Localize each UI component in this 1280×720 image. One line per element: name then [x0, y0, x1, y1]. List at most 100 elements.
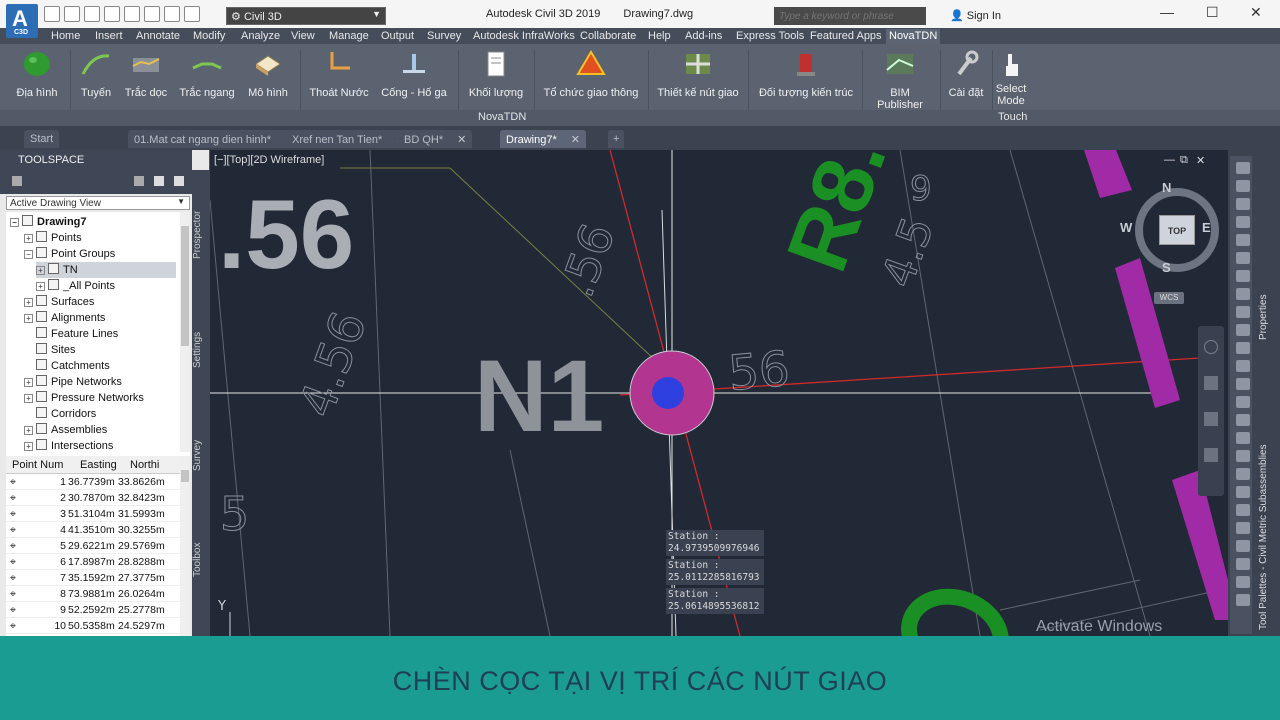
- table-row[interactable]: ⌖ 8 73.9881m 26.0264m: [6, 586, 180, 602]
- tool-icon[interactable]: [1236, 360, 1250, 372]
- help-icon[interactable]: [174, 176, 184, 186]
- tool-icon[interactable]: [1236, 450, 1250, 462]
- table-row[interactable]: ⌖ 10 50.5358m 24.5297m: [6, 618, 180, 634]
- expand-icon[interactable]: +: [24, 378, 33, 387]
- viewcube-top-face[interactable]: TOP: [1159, 215, 1195, 245]
- tool-icon[interactable]: [1236, 342, 1250, 354]
- compass-west[interactable]: W: [1120, 220, 1132, 235]
- close-icon[interactable]: ✕: [571, 134, 580, 146]
- expand-icon[interactable]: +: [24, 426, 33, 435]
- web-icon[interactable]: [124, 6, 140, 22]
- tool-icon[interactable]: [1236, 414, 1250, 426]
- collapse-icon[interactable]: −: [24, 250, 33, 259]
- traffic-button[interactable]: Tổ chức giao thông: [542, 48, 640, 99]
- tab-express-tools[interactable]: Express Tools: [733, 29, 807, 44]
- viewport-minimize-icon[interactable]: —: [1164, 154, 1175, 166]
- tree-item[interactable]: Feature Lines: [36, 326, 118, 342]
- tool-icon[interactable]: [1236, 234, 1250, 246]
- list-view-icon[interactable]: [154, 176, 164, 186]
- table-row[interactable]: ⌖ 9 52.2592m 25.2778m: [6, 602, 180, 618]
- tab-manage[interactable]: Manage: [326, 29, 372, 44]
- properties-palette-tab[interactable]: Properties: [1258, 250, 1269, 340]
- save-icon[interactable]: [84, 6, 100, 22]
- compass-north[interactable]: N: [1162, 180, 1171, 195]
- tab-analyze[interactable]: Analyze: [238, 29, 283, 44]
- tool-icon[interactable]: [1236, 504, 1250, 516]
- table-row[interactable]: ⌖ 7 35.1592m 27.3775m: [6, 570, 180, 586]
- table-row[interactable]: ⌖ 3 51.3104m 31.5993m: [6, 506, 180, 522]
- tree-item[interactable]: + Points: [24, 230, 82, 246]
- minimize-button[interactable]: —: [1160, 4, 1174, 20]
- bim-publisher-button[interactable]: BIM Publisher: [866, 48, 934, 111]
- tab-view[interactable]: View: [288, 29, 318, 44]
- tab-novatdn[interactable]: NovaTDN: [886, 29, 941, 44]
- tool-icon[interactable]: [1236, 576, 1250, 588]
- building-button[interactable]: Đối tượng kiến trúc: [756, 48, 856, 99]
- tool-icon[interactable]: [1236, 378, 1250, 390]
- maximize-button[interactable]: ☐: [1206, 4, 1219, 21]
- tree-item[interactable]: Corridors: [36, 406, 96, 422]
- new-tab-button[interactable]: +: [608, 130, 625, 148]
- tab-collaborate[interactable]: Collaborate: [577, 29, 639, 44]
- tool-icon[interactable]: [1236, 180, 1250, 192]
- open-icon[interactable]: [64, 6, 80, 22]
- tool-icon[interactable]: [1236, 396, 1250, 408]
- tool-icon[interactable]: [1236, 324, 1250, 336]
- tab-addins[interactable]: Add-ins: [682, 29, 725, 44]
- drainage-button[interactable]: Thoát Nước: [308, 48, 370, 99]
- tool-icon[interactable]: [1236, 270, 1250, 282]
- toolspace-options-icon[interactable]: [12, 176, 22, 186]
- tree-item[interactable]: + Assemblies: [24, 422, 107, 438]
- drawing-viewport[interactable]: 56 4.56 .56 4.5 5 9 Y .56 N1 R8.0 [−][To…: [210, 150, 1228, 636]
- zoom-icon[interactable]: [1204, 412, 1218, 426]
- tree-item[interactable]: + Intersections: [24, 438, 113, 454]
- column-header[interactable]: Point Num: [12, 459, 63, 471]
- tree-item[interactable]: − Drawing7: [10, 214, 87, 230]
- column-header[interactable]: Northi: [130, 459, 159, 471]
- intersection-button[interactable]: Thiết kế nút giao: [656, 48, 740, 99]
- doc-tab-xref[interactable]: Xref nen Tan Tien*✕: [286, 130, 412, 148]
- tab-infraworks[interactable]: Autodesk InfraWorks: [470, 29, 578, 44]
- new-icon[interactable]: [44, 6, 60, 22]
- table-row[interactable]: ⌖ 1 36.7739m 33.8626m: [6, 474, 180, 490]
- tool-icon[interactable]: [1236, 432, 1250, 444]
- tab-help[interactable]: Help: [645, 29, 674, 44]
- table-row[interactable]: ⌖ 6 17.8987m 28.8288m: [6, 554, 180, 570]
- viewport-close-icon[interactable]: ✕: [1196, 154, 1205, 167]
- alignment-button[interactable]: Tuyến: [76, 48, 116, 99]
- steering-wheel-icon[interactable]: [1204, 340, 1218, 354]
- tab-featured-apps[interactable]: Featured Apps: [807, 29, 885, 44]
- expand-icon[interactable]: +: [36, 266, 45, 275]
- expand-icon[interactable]: +: [24, 394, 33, 403]
- profile-button[interactable]: Trắc dọc: [122, 48, 170, 99]
- tool-icon[interactable]: [1236, 288, 1250, 300]
- tab-modify[interactable]: Modify: [190, 29, 228, 44]
- tool-icon[interactable]: [1236, 216, 1250, 228]
- item-view-icon[interactable]: [134, 176, 144, 186]
- tab-home[interactable]: Home: [48, 29, 83, 44]
- side-tab-toolbox[interactable]: Toolbox: [192, 530, 210, 590]
- tool-icon[interactable]: [1236, 198, 1250, 210]
- tool-icon[interactable]: [1236, 558, 1250, 570]
- sign-in-button[interactable]: 👤 Sign In: [950, 9, 1001, 22]
- tool-palettes-tab[interactable]: Tool Palettes - Civil Metric Subassembli…: [1258, 430, 1269, 630]
- tool-icon[interactable]: [1236, 252, 1250, 264]
- expand-icon[interactable]: +: [24, 314, 33, 323]
- tab-insert[interactable]: Insert: [92, 29, 126, 44]
- model-button[interactable]: Mô hình: [244, 48, 292, 99]
- scroll-thumb[interactable]: [181, 470, 189, 482]
- tool-icon[interactable]: [1236, 306, 1250, 318]
- section-button[interactable]: Trắc ngang: [178, 48, 236, 99]
- workspace-select[interactable]: ⚙ Civil 3D ▼: [226, 7, 386, 25]
- pan-icon[interactable]: [1204, 376, 1218, 390]
- tab-annotate[interactable]: Annotate: [133, 29, 183, 44]
- expand-icon[interactable]: +: [24, 442, 33, 451]
- tree-item[interactable]: + TN: [36, 262, 176, 278]
- expand-icon[interactable]: +: [24, 234, 33, 243]
- orbit-icon[interactable]: [1204, 448, 1218, 462]
- doc-tab-drawing7[interactable]: Drawing7* ✕: [500, 130, 586, 148]
- tree-item[interactable]: + Pipe Networks: [24, 374, 122, 390]
- undo-icon[interactable]: [164, 6, 180, 22]
- settings-button[interactable]: Cài đặt: [944, 48, 988, 99]
- doc-tab-start[interactable]: Start: [24, 130, 60, 148]
